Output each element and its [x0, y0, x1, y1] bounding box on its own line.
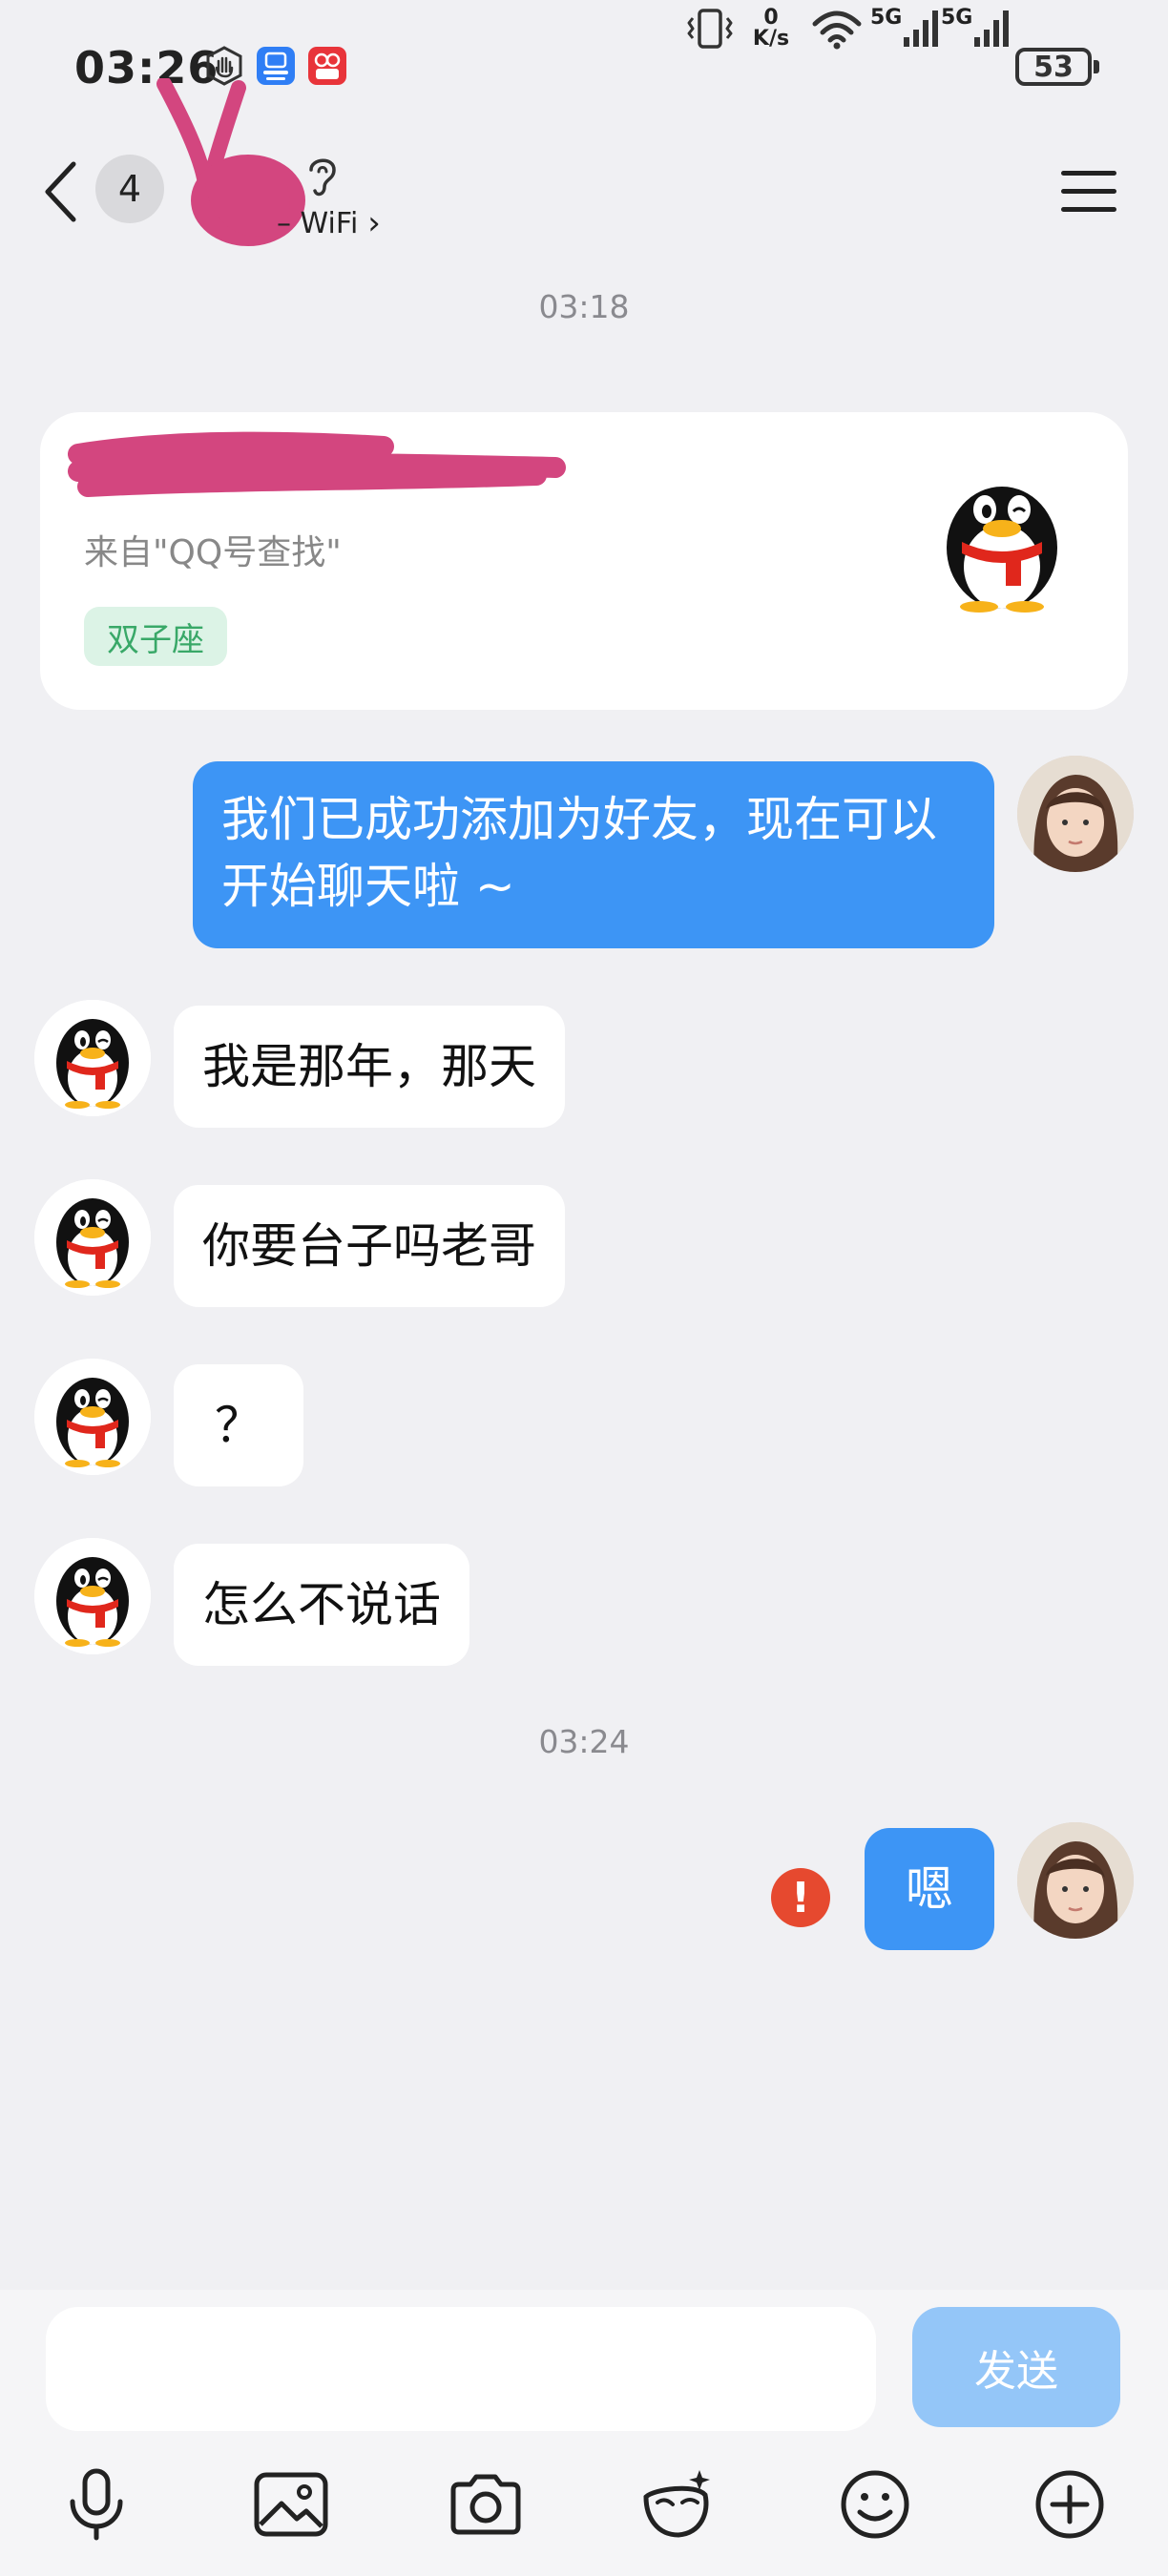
- chat-header: 4 – WiFi ›: [0, 78, 1168, 248]
- message-bubble-outgoing[interactable]: 我们已成功添加为好友，现在可以 开始聊天啦 ~: [193, 761, 994, 948]
- signal-label-1: 5G: [870, 6, 903, 30]
- message-bubble-incoming[interactable]: 你要台子吗老哥: [174, 1185, 565, 1307]
- ear-icon[interactable]: [303, 151, 342, 200]
- message-timestamp: 03:24: [538, 1723, 630, 1760]
- self-avatar[interactable]: [1017, 756, 1134, 872]
- contact-avatar[interactable]: [34, 1179, 151, 1296]
- network-speed: 0 K/s: [750, 0, 792, 57]
- menu-line: [1061, 170, 1116, 176]
- camera-icon[interactable]: [443, 2462, 529, 2547]
- message-bubble-incoming[interactable]: 怎么不说话: [174, 1544, 469, 1666]
- cellular-signal-2: 5G: [941, 0, 1011, 57]
- self-avatar[interactable]: [1017, 1822, 1134, 1939]
- vibrate-icon: [685, 0, 735, 57]
- image-icon[interactable]: [248, 2462, 334, 2547]
- speed-unit: K/s: [752, 27, 790, 51]
- message-text: 我们已成功添加为好友，现在可以: [221, 792, 937, 847]
- qq-penguin-avatar: [935, 467, 1069, 613]
- menu-line: [1061, 206, 1116, 212]
- message-bubble-outgoing[interactable]: 嗯: [865, 1828, 994, 1950]
- message-text: 开始聊天啦 ~: [221, 859, 515, 914]
- friend-profile-card[interactable]: 来自"QQ号查找" 双子座: [40, 412, 1128, 710]
- message-input[interactable]: [46, 2307, 876, 2431]
- redaction-scribble: [68, 431, 566, 497]
- battery-indicator: 53: [1015, 48, 1099, 86]
- contact-avatar[interactable]: [34, 1359, 151, 1475]
- contact-avatar[interactable]: [34, 1000, 151, 1116]
- back-button[interactable]: [36, 156, 84, 227]
- chevron-left-icon: [45, 161, 76, 222]
- mask-icon[interactable]: [636, 2462, 721, 2547]
- message-timestamp: 03:18: [538, 288, 630, 325]
- menu-button[interactable]: [1061, 162, 1116, 219]
- message-bubble-incoming[interactable]: 我是那年，那天: [174, 1006, 565, 1128]
- microphone-icon[interactable]: [53, 2462, 139, 2547]
- message-composer: 发送: [0, 2290, 1168, 2576]
- message-bubble-incoming[interactable]: ？: [174, 1364, 303, 1486]
- chevron-right-icon: ›: [367, 204, 381, 242]
- emoji-icon[interactable]: [832, 2462, 918, 2547]
- send-button[interactable]: 发送: [912, 2307, 1120, 2427]
- card-source-text: 来自"QQ号查找": [84, 533, 342, 572]
- cellular-signal-1: 5G: [870, 0, 940, 57]
- online-status[interactable]: – WiFi ›: [277, 204, 381, 242]
- signal-label-2: 5G: [941, 6, 973, 30]
- speed-value: 0: [763, 6, 779, 30]
- zodiac-tag: 双子座: [84, 607, 227, 666]
- send-failed-icon[interactable]: !: [771, 1868, 830, 1927]
- wifi-icon: [811, 0, 863, 57]
- online-status-text: – WiFi: [277, 206, 359, 240]
- contact-avatar[interactable]: [34, 1538, 151, 1654]
- menu-line: [1061, 188, 1116, 194]
- plus-icon[interactable]: [1027, 2462, 1113, 2547]
